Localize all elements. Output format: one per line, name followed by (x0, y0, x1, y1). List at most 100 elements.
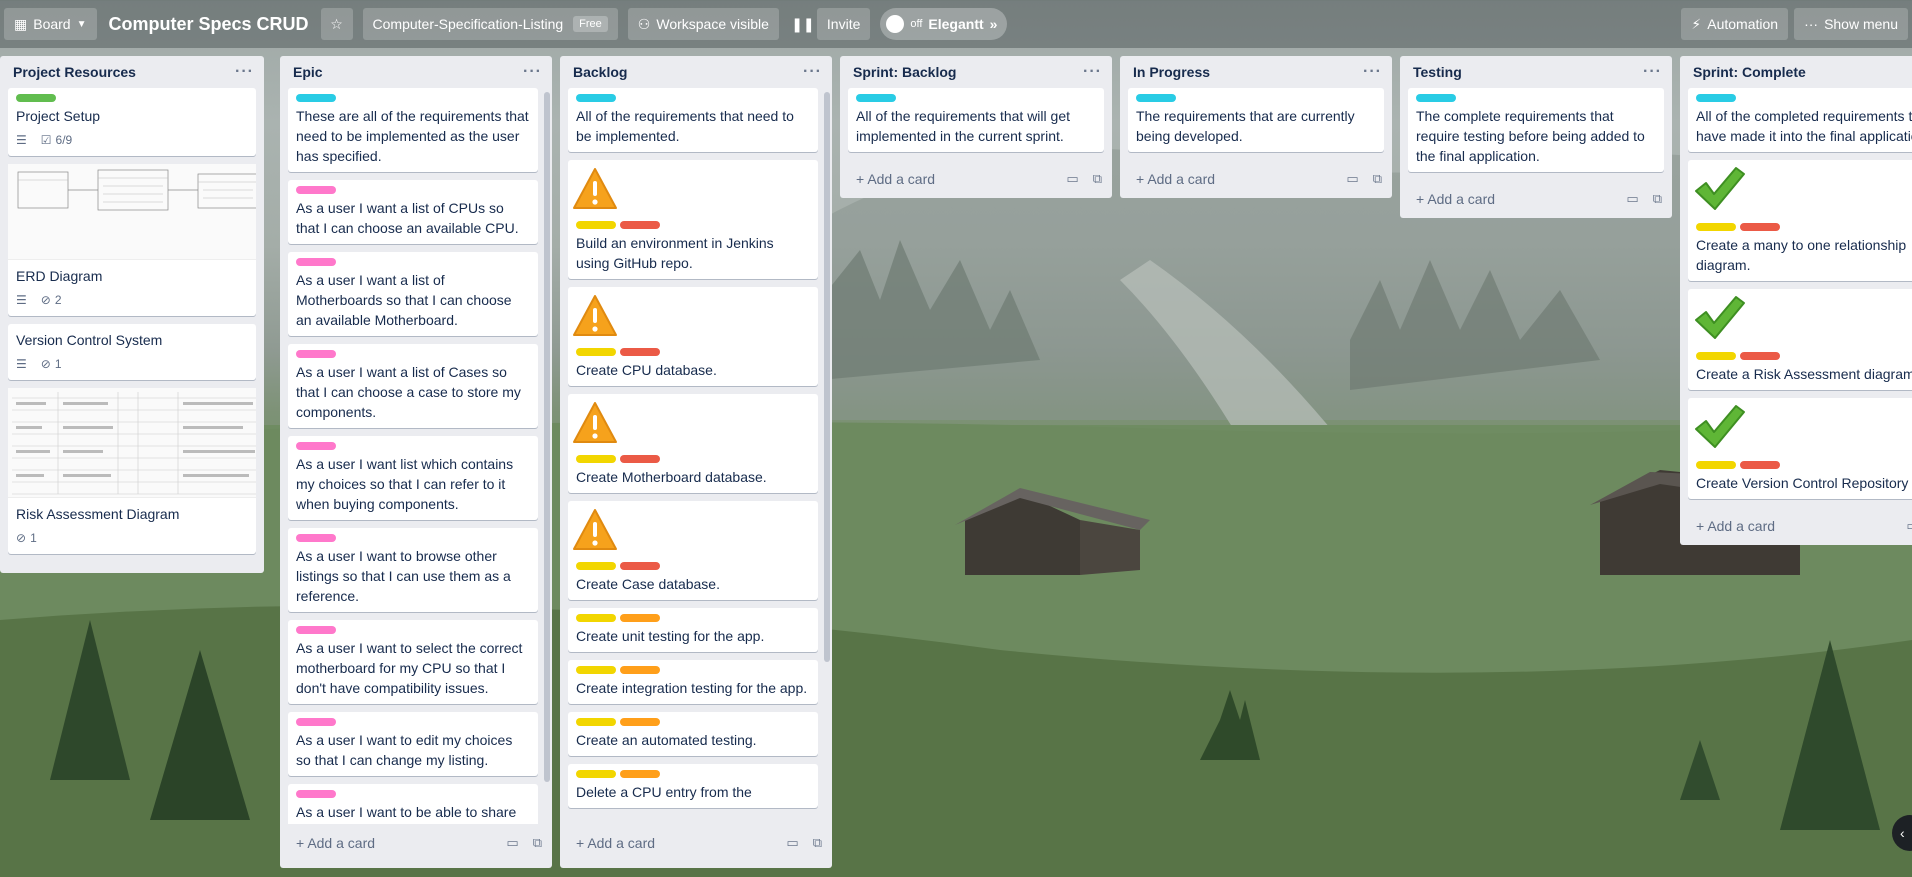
camera-icon[interactable]: ▭ (1626, 191, 1638, 207)
list-menu-icon[interactable]: ··· (1643, 63, 1662, 81)
show-menu-button[interactable]: ··· Show menu (1794, 8, 1908, 40)
camera-icon[interactable]: ▭ (786, 835, 798, 851)
camera-icon[interactable]: ▭ (506, 835, 518, 851)
card[interactable]: Create unit testing for the app. (568, 608, 818, 652)
list-title[interactable]: Testing (1413, 64, 1462, 80)
camera-icon[interactable]: ▭ (1346, 171, 1358, 187)
list-menu-icon[interactable]: ··· (1083, 63, 1102, 81)
list-scrollbar[interactable] (824, 92, 830, 662)
label-yellow[interactable] (576, 562, 616, 570)
card[interactable]: As a user I want list which contains my … (288, 436, 538, 520)
label-red[interactable] (1740, 352, 1780, 360)
label-pink[interactable] (296, 626, 336, 634)
camera-icon[interactable]: ▭ (1906, 518, 1912, 534)
card[interactable]: Create CPU database. (568, 287, 818, 386)
label-yellow[interactable] (1696, 352, 1736, 360)
label-pink[interactable] (296, 534, 336, 542)
card[interactable]: Build an environment in Jenkins using Gi… (568, 160, 818, 279)
visibility-button[interactable]: ⚇ Workspace visible (627, 8, 779, 40)
label-red[interactable] (620, 348, 660, 356)
add-card-button[interactable]: + Add a card (856, 171, 935, 187)
template-icon[interactable]: ⧉ (533, 835, 542, 851)
card[interactable]: Create Motherboard database. (568, 394, 818, 493)
label-yellow[interactable] (1696, 223, 1736, 231)
elegantt-toggle[interactable]: off Elegantt » (880, 8, 1008, 40)
label-red[interactable] (620, 455, 660, 463)
card[interactable]: These are all of the requirements that n… (288, 88, 538, 172)
star-button[interactable]: ☆ (320, 8, 353, 40)
automation-button[interactable]: ⚡ Automation (1681, 8, 1789, 40)
label-red[interactable] (620, 221, 660, 229)
label-yellow[interactable] (576, 348, 616, 356)
card[interactable]: As a user I want to select the correct m… (288, 620, 538, 704)
label-yellow[interactable] (576, 455, 616, 463)
label-orange[interactable] (620, 718, 660, 726)
card[interactable]: Create an automated testing. (568, 712, 818, 756)
template-icon[interactable]: ⧉ (1373, 171, 1382, 187)
list-menu-icon[interactable]: ··· (1363, 63, 1382, 81)
list-title[interactable]: In Progress (1133, 64, 1210, 80)
label-yellow[interactable] (576, 221, 616, 229)
card[interactable]: Version Control System ☰ ⊘ 1 (8, 324, 256, 380)
label-red[interactable] (1740, 223, 1780, 231)
label-pink[interactable] (296, 258, 336, 266)
add-card-button[interactable]: + Add a card (576, 835, 655, 851)
board-view-switcher[interactable]: ▦ Board ▼ (4, 8, 97, 40)
add-card-button[interactable]: + Add a card (1696, 518, 1775, 534)
card[interactable]: All of the completed requirements that h… (1688, 88, 1912, 152)
card[interactable]: All of the requirements that will get im… (848, 88, 1104, 152)
label-cyan[interactable] (296, 94, 336, 102)
label-orange[interactable] (620, 770, 660, 778)
label-orange[interactable] (620, 614, 660, 622)
card[interactable]: As a user I want to browse other listing… (288, 528, 538, 612)
label-yellow[interactable] (576, 614, 616, 622)
label-pink[interactable] (296, 186, 336, 194)
card[interactable]: ERD Diagram ☰ ⊘ 2 (8, 164, 256, 316)
list-scrollbar[interactable] (544, 92, 550, 782)
card[interactable]: Create a many to one relationship diagra… (1688, 160, 1912, 281)
list-title[interactable]: Epic (293, 64, 323, 80)
card[interactable]: Risk Assessment Diagram ⊘ 1 (8, 388, 256, 554)
card[interactable]: The complete requirements that require t… (1408, 88, 1664, 172)
invite-button[interactable]: Invite (816, 8, 871, 40)
label-pink[interactable] (296, 790, 336, 798)
card[interactable]: As a user I want to edit my choices so t… (288, 712, 538, 776)
add-card-button[interactable]: + Add a card (1416, 191, 1495, 207)
label-cyan[interactable] (1416, 94, 1456, 102)
add-card-button[interactable]: + Add a card (1136, 171, 1215, 187)
label-pink[interactable] (296, 718, 336, 726)
card[interactable]: Create Case database. (568, 501, 818, 600)
card[interactable]: As a user I want a list of Motherboards … (288, 252, 538, 336)
list-title[interactable]: Sprint: Backlog (853, 64, 956, 80)
list-menu-icon[interactable]: ··· (803, 63, 822, 81)
workspace-button[interactable]: Computer-Specification-Listing Free (362, 8, 618, 40)
label-yellow[interactable] (1696, 461, 1736, 469)
card[interactable]: Create Version Control Repository (1688, 398, 1912, 499)
label-pink[interactable] (296, 442, 336, 450)
label-yellow[interactable] (576, 666, 616, 674)
label-pink[interactable] (296, 350, 336, 358)
label-yellow[interactable] (576, 718, 616, 726)
camera-icon[interactable]: ▭ (1066, 171, 1078, 187)
template-icon[interactable]: ⧉ (1093, 171, 1102, 187)
list-title[interactable]: Project Resources (13, 64, 136, 80)
card[interactable]: The requirements that are currently bein… (1128, 88, 1384, 152)
template-icon[interactable]: ⧉ (813, 835, 822, 851)
label-cyan[interactable] (576, 94, 616, 102)
card[interactable]: All of the requirements that need to be … (568, 88, 818, 152)
list-menu-icon[interactable]: ··· (523, 63, 542, 81)
template-icon[interactable]: ⧉ (1653, 191, 1662, 207)
card[interactable]: Delete a CPU entry from the (568, 764, 818, 808)
label-cyan[interactable] (1696, 94, 1736, 102)
add-card-button[interactable]: + Add a card (296, 835, 375, 851)
card[interactable]: As a user I want a list of Cases so that… (288, 344, 538, 428)
label-cyan[interactable] (856, 94, 896, 102)
label-cyan[interactable] (1136, 94, 1176, 102)
board-title[interactable]: Computer Specs CRUD (97, 14, 321, 35)
card[interactable]: Create integration testing for the app. (568, 660, 818, 704)
pause-icon[interactable]: ❚❚ (789, 8, 817, 40)
card[interactable]: Project Setup ☰ ☑ 6/9 (8, 88, 256, 156)
list-title[interactable]: Sprint: Complete (1693, 64, 1806, 80)
label-green[interactable] (16, 94, 56, 102)
label-orange[interactable] (620, 666, 660, 674)
